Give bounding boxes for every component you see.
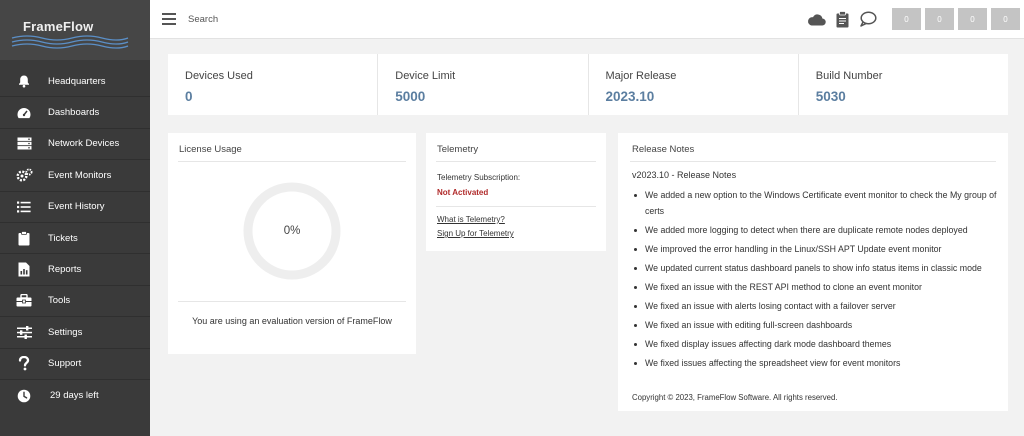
telemetry-status: Not Activated xyxy=(437,188,489,197)
sidebar-item-label: Headquarters xyxy=(48,75,106,87)
report-icon xyxy=(0,262,48,277)
cloud-icon[interactable] xyxy=(806,9,826,29)
list-item: We fixed an issue with alerts losing con… xyxy=(632,299,998,315)
stats-panel: Devices Used 0 Device Limit 5000 Major R… xyxy=(168,54,1008,115)
server-icon xyxy=(0,137,48,150)
sidebar-item-label: Support xyxy=(48,358,82,370)
stat-build-number: Build Number 5030 xyxy=(799,54,1008,115)
clipboard-icon[interactable] xyxy=(832,9,852,29)
stat-label: Build Number xyxy=(815,70,883,82)
sidebar-item-label: Reports xyxy=(48,264,82,276)
counter-badges: 0 0 0 0 xyxy=(892,8,1020,30)
sidebar-item-tickets[interactable]: Tickets xyxy=(0,223,150,255)
stat-label: Device Limit xyxy=(395,70,456,82)
sidebar-item-event-history[interactable]: Event History xyxy=(0,192,150,223)
stat-label: Devices Used xyxy=(185,70,253,82)
list-item: We updated current status dashboard pane… xyxy=(632,261,998,277)
stat-device-limit: Device Limit 5000 xyxy=(378,54,589,115)
trial-label: 29 days left xyxy=(50,390,99,402)
stat-devices-used: Devices Used 0 xyxy=(168,54,379,115)
sidebar-item-reports[interactable]: Reports xyxy=(0,254,150,286)
question-icon xyxy=(0,356,48,371)
wave-logo-icon xyxy=(11,35,129,49)
gauge-icon xyxy=(0,106,48,120)
stat-major-release: Major Release 2023.10 xyxy=(589,54,799,115)
sidebar-item-dashboards[interactable]: Dashboards xyxy=(0,97,150,129)
divider xyxy=(178,161,406,162)
license-usage-card: License Usage 0% You are using an evalua… xyxy=(168,133,416,354)
menu-toggle-icon[interactable] xyxy=(162,13,176,25)
card-title: License Usage xyxy=(179,144,242,155)
sidebar-item-network-devices[interactable]: Network Devices xyxy=(0,129,150,161)
list-item: We fixed display issues affecting dark m… xyxy=(632,337,998,353)
search-input[interactable] xyxy=(188,10,488,28)
list-item: We fixed an issue with the REST API meth… xyxy=(632,280,998,296)
release-notes-card: Release Notes v2023.10 - Release Notes W… xyxy=(618,133,1008,411)
telemetry-subscription-label: Telemetry Subscription: xyxy=(437,173,521,182)
sidebar-item-label: Dashboards xyxy=(48,107,100,119)
evaluation-message: You are using an evaluation version of F… xyxy=(192,316,392,326)
counter-badge[interactable]: 0 xyxy=(958,8,987,30)
sidebar-item-settings[interactable]: Settings xyxy=(0,317,150,349)
toolbox-icon xyxy=(0,294,48,307)
sidebar-nav: Headquarters Dashboards Network Devices … xyxy=(0,66,150,411)
what-is-telemetry-link[interactable]: What is Telemetry? xyxy=(437,215,505,224)
bell-icon xyxy=(0,74,48,88)
divider xyxy=(178,301,406,302)
stat-label: Major Release xyxy=(605,70,677,82)
brand-logo[interactable]: FrameFlow xyxy=(0,0,150,60)
divider xyxy=(630,161,996,162)
list-item: We improved the error handling in the Li… xyxy=(632,242,998,258)
clipboard-icon xyxy=(0,230,48,246)
stat-value: 2023.10 xyxy=(605,89,655,104)
release-notes-list: We added a new option to the Windows Cer… xyxy=(632,188,998,375)
license-usage-percent: 0% xyxy=(283,225,301,237)
chat-icon[interactable] xyxy=(858,9,878,29)
trial-days-left[interactable]: 29 days left xyxy=(0,380,150,411)
divider xyxy=(436,161,596,162)
sidebar-item-label: Tickets xyxy=(48,232,78,244)
card-title: Telemetry xyxy=(437,144,479,155)
gears-icon xyxy=(0,168,48,182)
sidebar-item-label: Network Devices xyxy=(48,138,120,150)
list-item: We added more logging to detect when the… xyxy=(632,223,998,239)
counter-badge[interactable]: 0 xyxy=(991,8,1020,30)
stat-value: 0 xyxy=(185,89,193,104)
release-version-heading: v2023.10 - Release Notes xyxy=(632,170,737,180)
topbar: 0 0 0 0 xyxy=(150,0,1024,39)
sign-up-telemetry-link[interactable]: Sign Up for Telemetry xyxy=(437,229,514,238)
divider xyxy=(436,206,596,207)
brand-name: FrameFlow xyxy=(23,19,94,34)
sidebar-item-tools[interactable]: Tools xyxy=(0,286,150,318)
sidebar-item-headquarters[interactable]: Headquarters xyxy=(0,66,150,98)
counter-badge[interactable]: 0 xyxy=(892,8,921,30)
sliders-icon xyxy=(0,325,48,339)
sidebar-item-label: Settings xyxy=(48,326,83,338)
list-item: We fixed issues affecting the spreadshee… xyxy=(632,356,998,372)
sidebar-item-label: Event History xyxy=(48,201,105,213)
list-icon xyxy=(0,201,48,213)
card-title: Release Notes xyxy=(632,144,695,155)
sidebar-item-support[interactable]: Support xyxy=(0,349,150,380)
stat-value: 5030 xyxy=(815,89,846,104)
sidebar-item-label: Event Monitors xyxy=(48,169,112,181)
copyright-text: Copyright © 2023, FrameFlow Software. Al… xyxy=(632,393,838,402)
list-item: We added a new option to the Windows Cer… xyxy=(632,188,998,219)
clock-icon xyxy=(0,389,48,403)
stat-value: 5000 xyxy=(395,89,426,104)
telemetry-card: Telemetry Telemetry Subscription: Not Ac… xyxy=(426,133,606,251)
sidebar-item-label: Tools xyxy=(48,295,71,307)
sidebar: FrameFlow Headquarters Dashboards Networ… xyxy=(0,0,150,436)
sidebar-item-event-monitors[interactable]: Event Monitors xyxy=(0,160,150,192)
topbar-icons xyxy=(806,9,878,29)
counter-badge[interactable]: 0 xyxy=(925,8,954,30)
list-item: We fixed an issue with editing full-scre… xyxy=(632,318,998,334)
